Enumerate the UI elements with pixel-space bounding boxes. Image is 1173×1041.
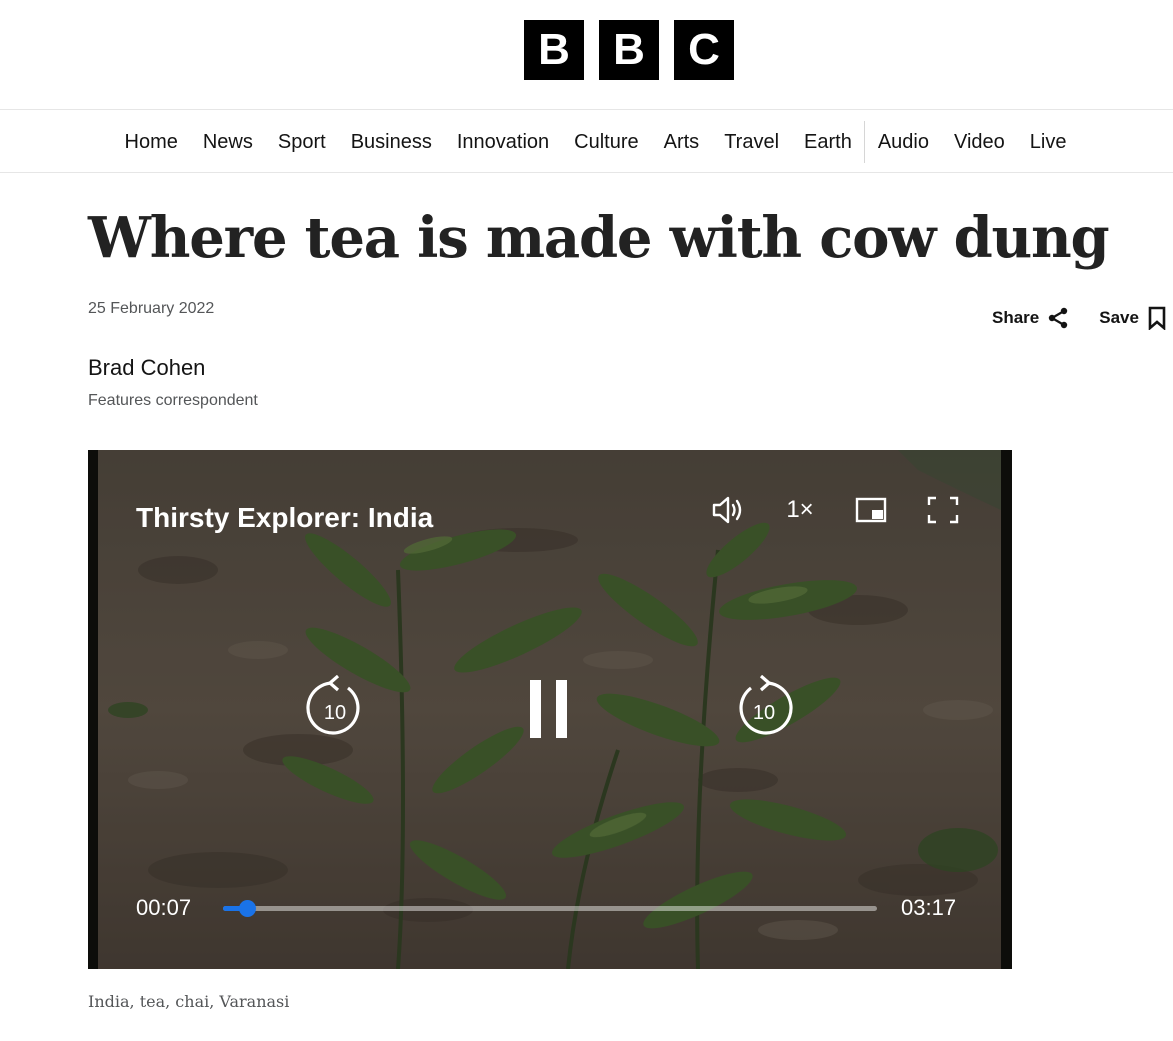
author-role: Features correspondent bbox=[88, 392, 258, 409]
current-time: 00:07 bbox=[136, 895, 192, 920]
forward-10-label: 10 bbox=[753, 702, 775, 724]
playback-speed-button[interactable]: 1× bbox=[780, 494, 820, 526]
save-button[interactable]: Save bbox=[1099, 306, 1167, 330]
nav-item-business[interactable]: Business bbox=[338, 131, 444, 154]
main-nav: Home News Sport Business Innovation Cult… bbox=[0, 111, 1173, 173]
volume-button[interactable] bbox=[708, 494, 748, 526]
picture-in-picture-icon bbox=[855, 497, 887, 523]
duration-time: 03:17 bbox=[901, 895, 957, 920]
nav-list: Home News Sport Business Innovation Cult… bbox=[112, 111, 1079, 173]
logo-letter: C bbox=[674, 20, 734, 80]
video-player[interactable]: Thirsty Explorer: India 1× 10 10 00:07 0… bbox=[88, 450, 1012, 969]
nav-item-arts[interactable]: Arts bbox=[651, 131, 712, 154]
author-name[interactable]: Brad Cohen bbox=[88, 355, 205, 381]
share-button[interactable]: Share bbox=[992, 307, 1069, 329]
nav-item-news[interactable]: News bbox=[190, 131, 265, 154]
rewind-10-label: 10 bbox=[324, 702, 346, 724]
picture-in-picture-button[interactable] bbox=[853, 494, 889, 526]
nav-item-culture[interactable]: Culture bbox=[562, 131, 651, 154]
nav-item-live[interactable]: Live bbox=[1017, 131, 1079, 154]
forward-10-icon: 10 bbox=[739, 674, 793, 735]
fullscreen-button[interactable] bbox=[926, 494, 960, 526]
nav-item-audio[interactable]: Audio bbox=[865, 131, 941, 154]
nav-item-video[interactable]: Video bbox=[941, 131, 1017, 154]
bookmark-icon bbox=[1148, 306, 1166, 330]
volume-icon bbox=[712, 496, 742, 524]
nav-item-home[interactable]: Home bbox=[112, 131, 190, 154]
bbc-logo[interactable]: B B C bbox=[524, 20, 734, 80]
nav-item-travel[interactable]: Travel bbox=[712, 131, 792, 154]
nav-item-innovation[interactable]: Innovation bbox=[444, 131, 561, 154]
share-label: Share bbox=[992, 308, 1040, 327]
save-label: Save bbox=[1099, 308, 1139, 327]
pause-icon bbox=[530, 680, 567, 738]
pause-button[interactable] bbox=[528, 678, 572, 742]
article-date: 25 February 2022 bbox=[88, 300, 215, 317]
share-icon bbox=[1049, 307, 1068, 329]
masthead: B B C bbox=[0, 0, 1173, 110]
rewind-10-icon: 10 bbox=[306, 674, 360, 735]
video-title: Thirsty Explorer: India bbox=[136, 502, 434, 533]
fullscreen-icon bbox=[927, 496, 959, 524]
article-tags: India, tea, chai, Varanasi bbox=[88, 992, 290, 1011]
article-actions: Share Save bbox=[992, 306, 1167, 330]
progress-bar[interactable] bbox=[223, 900, 877, 917]
nav-item-earth[interactable]: Earth bbox=[792, 131, 865, 154]
forward-10-button[interactable]: 10 bbox=[733, 674, 795, 741]
article-headline: Where tea is made with cow dung bbox=[88, 205, 1110, 271]
logo-letter: B bbox=[524, 20, 584, 80]
nav-item-sport[interactable]: Sport bbox=[265, 131, 338, 154]
logo-letter: B bbox=[599, 20, 659, 80]
progress-scrubber[interactable] bbox=[238, 900, 256, 917]
rewind-10-button[interactable]: 10 bbox=[304, 674, 366, 741]
